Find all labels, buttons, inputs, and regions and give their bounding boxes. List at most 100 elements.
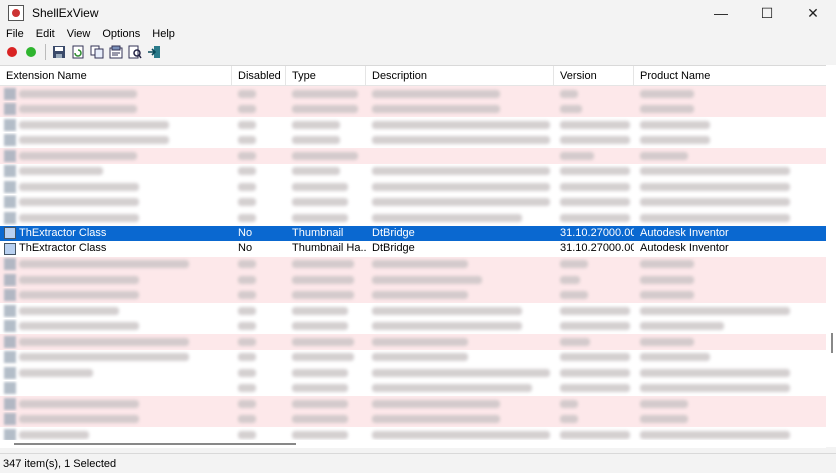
extension-icon	[4, 180, 16, 193]
enable-button[interactable]	[23, 44, 39, 60]
cell-text: 31.10.27000.0001	[560, 242, 634, 255]
extensions-list[interactable]: Extension Name Disabled Type Description…	[0, 65, 836, 447]
menu-file[interactable]: File	[0, 26, 30, 42]
column-header-type[interactable]: Type	[286, 66, 366, 85]
menu-edit[interactable]: Edit	[30, 26, 61, 42]
redacted-text	[292, 384, 348, 393]
maximize-button[interactable]: ☐	[744, 0, 790, 26]
refresh-button[interactable]	[70, 44, 86, 60]
toolbar	[0, 42, 836, 62]
column-header-description[interactable]: Description	[366, 66, 554, 85]
redacted-text	[19, 291, 139, 300]
table-row[interactable]	[0, 334, 836, 350]
redacted-text	[19, 198, 139, 207]
redacted-text	[372, 182, 550, 191]
disable-button[interactable]	[4, 44, 20, 60]
redacted-cell	[286, 365, 366, 380]
copy-button[interactable]	[89, 44, 105, 60]
extension-icon	[4, 304, 16, 317]
column-header-product-name[interactable]: Product Name	[634, 66, 836, 85]
table-row[interactable]	[0, 318, 836, 334]
redacted-text	[19, 151, 137, 160]
table-row[interactable]	[0, 148, 836, 164]
redacted-cell	[366, 381, 554, 396]
redacted-text	[292, 322, 348, 331]
app-icon	[8, 5, 24, 21]
redacted-text	[19, 105, 137, 114]
vertical-scrollbar[interactable]	[826, 65, 836, 447]
redacted-text	[372, 384, 532, 393]
cell-desc: DtBridge	[366, 226, 554, 241]
table-row[interactable]	[0, 365, 836, 381]
redacted-cell	[554, 365, 634, 380]
horizontal-scrollbar[interactable]	[0, 440, 826, 448]
column-header-extension-name[interactable]: Extension Name	[0, 66, 232, 85]
redacted-text	[238, 368, 256, 377]
redacted-text	[292, 213, 348, 222]
table-row[interactable]: ThExtractor Class No Thumbnail DtBridge 31.1…	[0, 225, 836, 241]
redacted-cell	[366, 365, 554, 380]
redacted-cell	[286, 350, 366, 365]
list-header: Extension Name Disabled Type Description…	[0, 66, 836, 86]
redacted-text	[238, 182, 256, 191]
redacted-cell	[366, 117, 554, 132]
redacted-text	[560, 368, 630, 377]
save-button[interactable]	[51, 44, 67, 60]
redacted-cell	[554, 86, 634, 101]
table-row[interactable]	[0, 117, 836, 133]
redacted-cell	[634, 133, 836, 148]
close-button[interactable]: ✕	[790, 0, 836, 26]
redacted-cell	[366, 133, 554, 148]
cell-text: DtBridge	[372, 226, 415, 239]
redacted-cell	[286, 117, 366, 132]
redacted-text	[292, 260, 354, 269]
properties-button[interactable]	[108, 44, 124, 60]
table-row[interactable]	[0, 349, 836, 365]
redacted-text	[19, 399, 139, 408]
extension-icon	[4, 273, 16, 286]
table-row[interactable]	[0, 272, 836, 288]
table-row[interactable]	[0, 287, 836, 303]
redacted-text	[560, 136, 630, 145]
menu-options[interactable]: Options	[96, 26, 146, 42]
table-row[interactable]	[0, 210, 836, 226]
redacted-text	[19, 337, 189, 346]
minimize-button[interactable]: —	[698, 0, 744, 26]
redacted-cell	[634, 365, 836, 380]
vertical-scroll-thumb[interactable]	[831, 333, 833, 353]
redacted-text	[292, 120, 340, 129]
redacted-cell	[286, 179, 366, 194]
find-button[interactable]	[127, 44, 143, 60]
enable-green-icon	[26, 47, 36, 57]
redacted-text	[19, 89, 137, 98]
table-row[interactable]	[0, 179, 836, 195]
table-row[interactable]: ThExtractor Class No Thumbnail Ha... DtBrid…	[0, 241, 836, 257]
extension-icon	[4, 118, 16, 131]
table-row[interactable]	[0, 86, 836, 102]
redacted-text	[560, 415, 578, 424]
table-row[interactable]	[0, 396, 836, 412]
table-row[interactable]	[0, 256, 836, 272]
redacted-text	[640, 120, 710, 129]
redacted-cell	[366, 179, 554, 194]
redacted-text	[640, 136, 710, 145]
table-row[interactable]	[0, 101, 836, 117]
exit-button[interactable]	[146, 44, 162, 60]
redacted-text	[640, 430, 790, 439]
column-header-disabled[interactable]: Disabled	[232, 66, 286, 85]
menu-help[interactable]: Help	[146, 26, 181, 42]
column-header-version[interactable]: Version	[554, 66, 634, 85]
table-row[interactable]	[0, 132, 836, 148]
horizontal-scroll-thumb[interactable]	[14, 443, 296, 445]
table-row[interactable]	[0, 194, 836, 210]
redacted-text	[560, 306, 630, 315]
table-row[interactable]	[0, 163, 836, 179]
menu-view[interactable]: View	[61, 26, 97, 42]
cell-type: Thumbnail	[286, 226, 366, 241]
table-row[interactable]	[0, 380, 836, 396]
table-row[interactable]	[0, 411, 836, 427]
table-row[interactable]	[0, 303, 836, 319]
cell-text: Thumbnail Ha...	[292, 242, 366, 255]
extension-icon	[4, 103, 16, 116]
redacted-text	[292, 306, 348, 315]
